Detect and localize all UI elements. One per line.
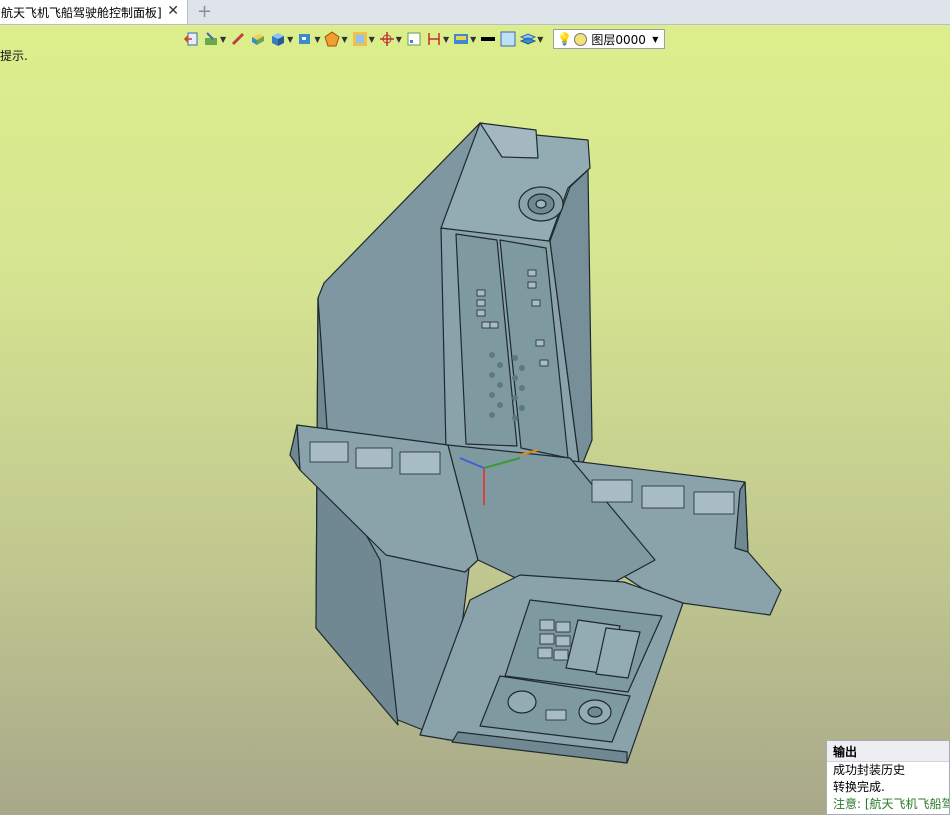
- chevron-down-icon[interactable]: ▼: [652, 35, 658, 44]
- document-tab-title: 航天飞机飞船驾驶舱控制面板]: [1, 5, 162, 20]
- lightbulb-icon[interactable]: 💡: [557, 32, 572, 46]
- view-toolbar: ▼ ▼ ▼ ▼ ▼ ▼ ▼ ▼ ▼ 💡 图层0000 ▼: [183, 28, 666, 50]
- display-icon[interactable]: ▼: [453, 29, 476, 49]
- document-tab[interactable]: 航天飞机飞船驾驶舱控制面板] ✕: [0, 0, 188, 24]
- origin-icon[interactable]: ▼: [379, 29, 402, 49]
- output-panel: 输出 成功封装历史 转换完成. 注意: [航天飞机飞船驾: [826, 740, 950, 815]
- cockpit-model: [289, 122, 782, 764]
- dimension-icon[interactable]: ▼: [426, 29, 449, 49]
- grid-icon[interactable]: [406, 29, 422, 49]
- exit-sketch-icon[interactable]: [183, 29, 199, 49]
- layer-color-swatch: [574, 32, 588, 46]
- solid-box-icon[interactable]: [250, 29, 266, 49]
- output-title: 输出: [827, 741, 949, 762]
- dropdown-arrow-icon[interactable]: ▼: [220, 35, 226, 44]
- line-color-icon[interactable]: [480, 29, 496, 49]
- 3d-viewport[interactable]: 提示. ▼ ▼ ▼ ▼ ▼ ▼ ▼ ▼ ▼ 💡 图层0000 ▼ 输出 成功封装…: [0, 25, 950, 815]
- layer-name: 图层0000: [591, 32, 646, 47]
- render-mode-icon[interactable]: ▼: [324, 29, 348, 49]
- output-note: 注意: [航天飞机飞船驾: [833, 797, 950, 811]
- close-icon[interactable]: ✕: [167, 3, 179, 19]
- layer-manager-icon[interactable]: ▼: [520, 29, 543, 49]
- view-cube-icon[interactable]: ▼: [297, 29, 320, 49]
- tab-bar: 航天飞机飞船驾驶舱控制面板] ✕ +: [0, 0, 950, 25]
- sketch-edit-icon[interactable]: ▼: [203, 29, 226, 49]
- line-tool-icon[interactable]: [230, 29, 246, 49]
- layer-select[interactable]: 💡 图层0000 ▼: [553, 29, 666, 49]
- output-line: 成功封装历史: [833, 763, 906, 777]
- frame-icon[interactable]: ▼: [352, 29, 375, 49]
- add-tab-icon[interactable]: +: [197, 1, 212, 23]
- output-line: 转换完成.: [833, 780, 885, 794]
- fill-color-icon[interactable]: [500, 29, 516, 49]
- cube-icon[interactable]: ▼: [270, 29, 293, 49]
